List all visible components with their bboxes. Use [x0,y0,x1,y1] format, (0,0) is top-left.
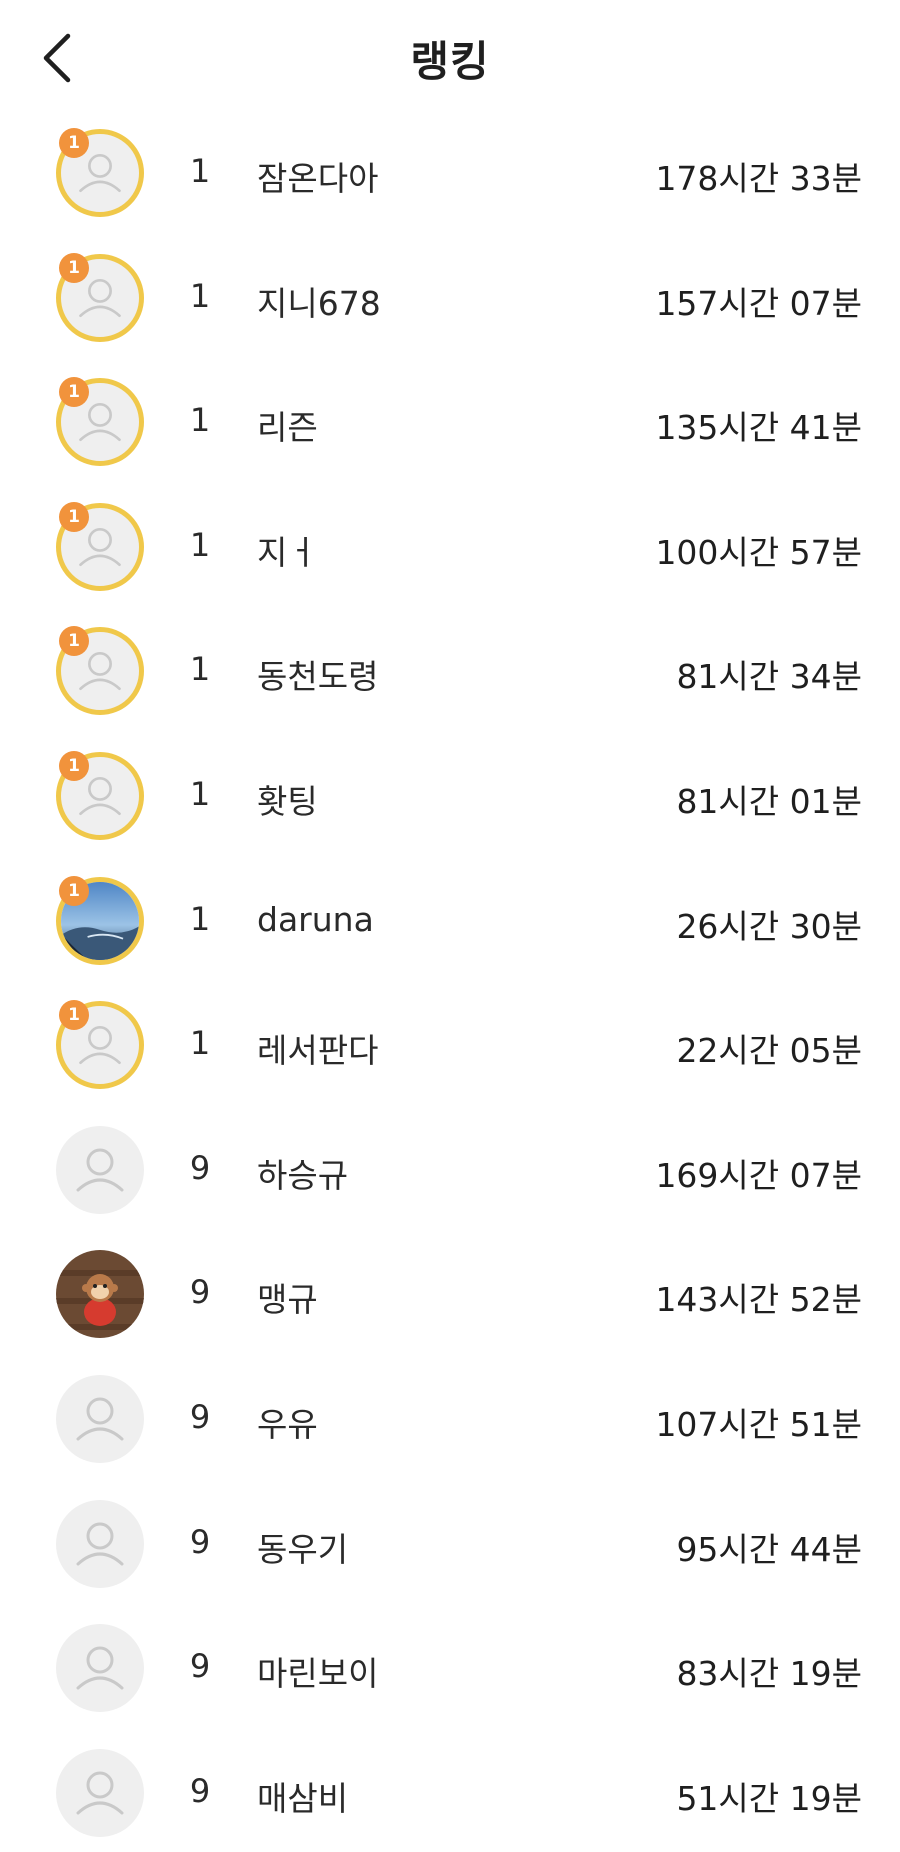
study-time: 169시간 07분 [655,1155,862,1195]
header-bar: 랭킹 [0,0,900,112]
ranking-row[interactable]: 1 1 잠온다아 178시간 33분 [0,108,900,233]
rank-number: 1 [189,276,211,315]
ranking-row[interactable]: 9 동우기 95시간 44분 [0,1479,900,1604]
study-time: 81시간 01분 [676,781,862,821]
rank-badge: 1 [59,377,89,408]
user-name: 매삼비 [257,1778,349,1818]
user-name: 우유 [257,1404,318,1444]
study-time: 100시간 57분 [655,532,862,572]
rank-number: 1 [189,774,211,813]
person-icon [56,1624,144,1713]
rank-badge: 1 [59,501,89,532]
user-name: 지니678 [257,283,381,323]
ranking-row[interactable]: 1 1 지ㅓ 100시간 57분 [0,482,900,607]
rank-number: 1 [189,1024,211,1063]
user-name: 동천도령 [257,657,379,697]
study-time: 26시간 30분 [676,906,862,946]
study-time: 95시간 44분 [676,1529,862,1569]
study-time: 51시간 19분 [676,1778,862,1818]
user-name: 지ㅓ [257,532,318,572]
ranking-row[interactable]: 1 1 daruna 26시간 30분 [0,856,900,981]
study-time: 83시간 19분 [676,1654,862,1694]
ranking-list: 1 1 잠온다아 178시간 33분 1 1 지니678 157시간 07분 1 1 리즌 135시간… [0,108,900,1852]
rank-number: 1 [189,401,211,440]
user-name: 동우기 [257,1529,349,1569]
ranking-row[interactable]: 9 우유 107시간 51분 [0,1354,900,1479]
study-time: 81시간 34분 [676,657,862,697]
user-name: 잠온다아 [257,159,379,198]
ranking-row[interactable]: 1 1 지니678 157시간 07분 [0,233,900,358]
user-name: 하승규 [257,1155,349,1195]
rank-number: 9 [189,1522,211,1561]
rank-badge: 1 [59,252,89,283]
ranking-row[interactable]: 1 1 동천도령 81시간 34분 [0,606,900,731]
user-name: 맹규 [257,1280,318,1320]
person-icon [56,1374,144,1463]
avatar-photo [56,1250,144,1339]
ranking-row[interactable]: 1 1 홧팅 81시간 01분 [0,731,900,856]
rank-number: 9 [189,1647,211,1686]
study-time: 135시간 41분 [655,408,862,448]
person-icon [56,1499,144,1588]
rank-number: 1 [189,525,211,564]
ranking-row[interactable]: 9 매삼비 51시간 19분 [0,1728,900,1852]
study-time: 178시간 33분 [655,159,862,198]
rank-number: 9 [189,1273,211,1312]
user-name: 리즌 [257,408,318,448]
user-name: daruna [257,899,374,939]
ranking-row[interactable]: 1 1 리즌 135시간 41분 [0,357,900,482]
study-time: 107시간 51분 [655,1404,862,1444]
user-name: 홧팅 [257,781,318,821]
study-time: 143시간 52분 [655,1280,862,1320]
rank-number: 1 [189,899,211,938]
rank-badge: 1 [59,128,89,158]
ranking-row[interactable]: 9 마린보이 83시간 19분 [0,1603,900,1728]
study-time: 157시간 07분 [655,283,862,323]
rank-number: 9 [189,1771,211,1810]
rank-number: 9 [189,1148,211,1187]
rank-badge: 1 [59,1000,89,1031]
rank-number: 9 [189,1397,211,1436]
study-time: 22시간 05분 [676,1031,862,1071]
ranking-row[interactable]: 9 맹규 143시간 52분 [0,1229,900,1354]
rank-number: 1 [189,650,211,689]
user-name: 레서판다 [257,1031,379,1071]
rank-badge: 1 [59,875,89,906]
person-icon [56,1748,144,1837]
ranking-row[interactable]: 9 하승규 169시간 07분 [0,1105,900,1230]
person-icon [56,1125,144,1214]
rank-number: 1 [189,152,211,190]
rank-badge: 1 [59,750,89,781]
ranking-row[interactable]: 1 1 레서판다 22시간 05분 [0,980,900,1105]
page-title: 랭킹 [410,37,490,86]
user-name: 마린보이 [257,1654,379,1694]
